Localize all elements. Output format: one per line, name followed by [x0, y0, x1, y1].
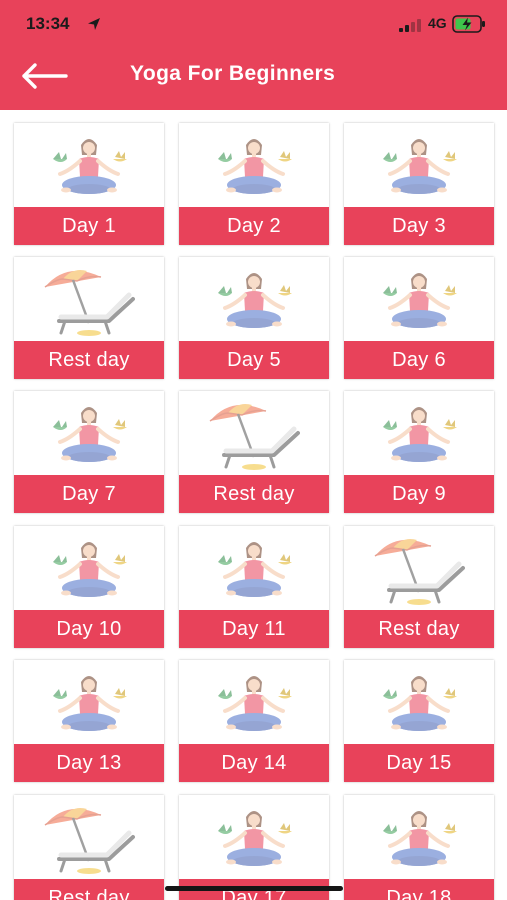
- meditation-pose-icon: [218, 811, 292, 866]
- meditation-pose-icon: [383, 676, 457, 731]
- day-card[interactable]: Day 7: [14, 391, 164, 513]
- yoga-illustration: [344, 660, 494, 744]
- rest-day-card[interactable]: Rest day: [14, 257, 164, 379]
- day-label: Day 9: [344, 475, 494, 513]
- day-card[interactable]: Day 10: [14, 526, 164, 648]
- yoga-illustration: [179, 660, 329, 744]
- day-card[interactable]: Day 2: [179, 123, 329, 245]
- meditation-pose-icon: [383, 407, 457, 462]
- meditation-pose-icon: [218, 676, 292, 731]
- yoga-illustration: [344, 123, 494, 207]
- rest-illustration: [14, 795, 164, 879]
- day-label: Day 18: [344, 879, 494, 900]
- day-label: Rest day: [344, 610, 494, 648]
- day-label: Day 15: [344, 744, 494, 782]
- day-card[interactable]: Day 14: [179, 660, 329, 782]
- day-card[interactable]: Day 6: [344, 257, 494, 379]
- yoga-illustration: [14, 660, 164, 744]
- day-card[interactable]: Day 18: [344, 795, 494, 900]
- day-label: Day 13: [14, 744, 164, 782]
- day-card[interactable]: Day 3: [344, 123, 494, 245]
- page-title: Yoga For Beginners: [130, 62, 336, 85]
- day-label: Day 6: [344, 341, 494, 379]
- location-arrow-icon: [88, 18, 100, 30]
- meditation-pose-icon: [218, 542, 292, 597]
- day-card[interactable]: Day 11: [179, 526, 329, 648]
- day-card[interactable]: Day 13: [14, 660, 164, 782]
- day-label: Day 2: [179, 207, 329, 245]
- meditation-pose-icon: [53, 676, 127, 731]
- meditation-pose-icon: [383, 273, 457, 328]
- header-bar: 13:34 4G Yoga For Beginners: [0, 0, 507, 110]
- day-label: Day 1: [14, 207, 164, 245]
- day-card[interactable]: Day 1: [14, 123, 164, 245]
- day-card[interactable]: Day 15: [344, 660, 494, 782]
- beach-umbrella-lounger-icon: [374, 539, 465, 605]
- rest-day-card[interactable]: Rest day: [344, 526, 494, 648]
- day-label: Day 10: [14, 610, 164, 648]
- day-label: Day 3: [344, 207, 494, 245]
- rest-illustration: [179, 391, 329, 475]
- network-type: 4G: [428, 15, 447, 31]
- meditation-pose-icon: [383, 139, 457, 194]
- yoga-illustration: [344, 257, 494, 341]
- day-label: Day 7: [14, 475, 164, 513]
- app-screen: 13:34 4G Yoga For Beginners Day 1 Day 2 …: [0, 0, 507, 900]
- battery-charging-icon: [452, 15, 485, 33]
- meditation-pose-icon: [53, 542, 127, 597]
- day-label: Rest day: [14, 879, 164, 900]
- status-time: 13:34: [26, 14, 70, 33]
- rest-day-card[interactable]: Rest day: [179, 391, 329, 513]
- arrow-left-icon: [22, 63, 68, 89]
- beach-umbrella-lounger-icon: [209, 404, 300, 470]
- yoga-illustration: [344, 391, 494, 475]
- meditation-pose-icon: [218, 139, 292, 194]
- yoga-illustration: [179, 257, 329, 341]
- meditation-pose-icon: [383, 811, 457, 866]
- yoga-illustration: [179, 795, 329, 879]
- rest-illustration: [344, 526, 494, 610]
- meditation-pose-icon: [53, 139, 127, 194]
- meditation-pose-icon: [218, 273, 292, 328]
- yoga-illustration: [344, 795, 494, 879]
- status-bar: 13:34 4G: [0, 0, 507, 50]
- rest-illustration: [14, 257, 164, 341]
- yoga-illustration: [14, 391, 164, 475]
- day-label: Day 14: [179, 744, 329, 782]
- day-card[interactable]: Day 5: [179, 257, 329, 379]
- day-card[interactable]: Day 9: [344, 391, 494, 513]
- back-button[interactable]: [14, 54, 74, 98]
- day-label: Rest day: [14, 341, 164, 379]
- day-label: Day 11: [179, 610, 329, 648]
- beach-umbrella-lounger-icon: [44, 808, 135, 874]
- beach-umbrella-lounger-icon: [44, 270, 135, 336]
- day-card[interactable]: Day 17: [179, 795, 329, 900]
- rest-day-card[interactable]: Rest day: [14, 795, 164, 900]
- day-label: Rest day: [179, 475, 329, 513]
- yoga-illustration: [14, 526, 164, 610]
- yoga-illustration: [14, 123, 164, 207]
- cellular-signal-icon: [399, 19, 421, 32]
- yoga-illustration: [179, 526, 329, 610]
- home-indicator: [165, 886, 343, 891]
- day-label: Day 5: [179, 341, 329, 379]
- meditation-pose-icon: [53, 407, 127, 462]
- yoga-illustration: [179, 123, 329, 207]
- day-grid: Day 1 Day 2 Day 3 Rest day Day 5 Day 6 Day 7 Re…: [0, 110, 507, 900]
